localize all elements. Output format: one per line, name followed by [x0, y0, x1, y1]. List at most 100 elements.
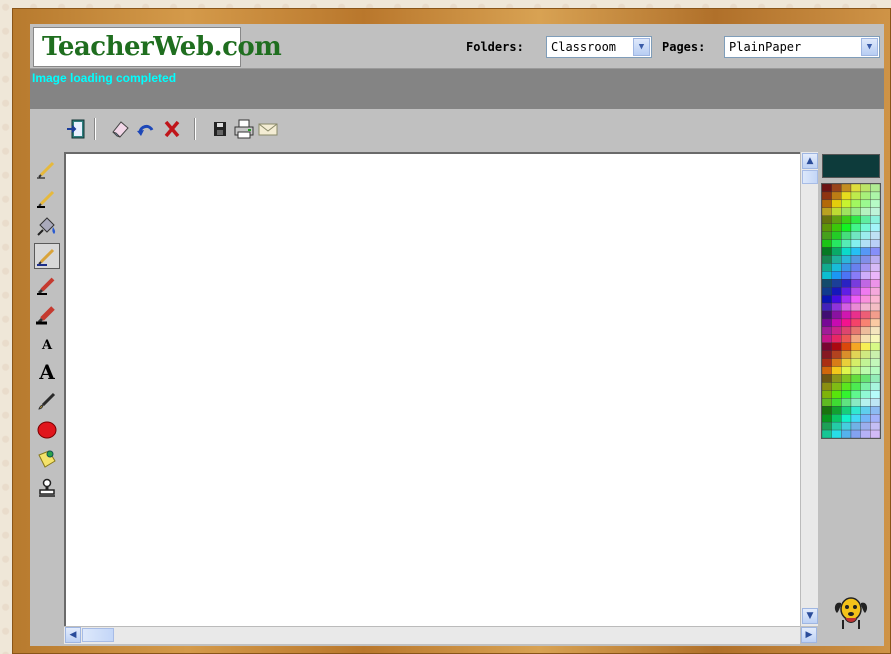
- chevron-down-icon[interactable]: ▼: [633, 38, 650, 56]
- palette-swatch[interactable]: [831, 231, 842, 240]
- palette-swatch[interactable]: [822, 421, 832, 431]
- palette-swatch[interactable]: [841, 390, 852, 399]
- horizontal-scroll-thumb[interactable]: [82, 628, 114, 642]
- palette-swatch[interactable]: [860, 390, 871, 399]
- palette-swatch[interactable]: [870, 239, 880, 248]
- palette-swatch[interactable]: [870, 231, 880, 240]
- palette-swatch[interactable]: [850, 342, 861, 351]
- scroll-up-button[interactable]: ▲: [802, 153, 818, 169]
- palette-swatch[interactable]: [841, 342, 852, 351]
- palette-swatch[interactable]: [841, 374, 852, 383]
- palette-swatch[interactable]: [860, 199, 871, 208]
- palette-swatch[interactable]: [822, 398, 832, 407]
- palette-swatch[interactable]: [841, 207, 852, 216]
- palette-swatch[interactable]: [822, 199, 832, 208]
- palette-swatch[interactable]: [860, 184, 871, 193]
- palette-swatch[interactable]: [841, 223, 852, 232]
- palette-swatch[interactable]: [831, 398, 842, 407]
- palette-swatch[interactable]: [860, 255, 871, 264]
- palette-swatch[interactable]: [841, 302, 852, 312]
- palette-swatch[interactable]: [870, 271, 880, 280]
- palette-swatch[interactable]: [870, 342, 880, 351]
- mascot-button[interactable]: [822, 584, 880, 638]
- palette-swatch[interactable]: [822, 390, 832, 399]
- palette-swatch[interactable]: [831, 302, 842, 312]
- palette-swatch[interactable]: [870, 302, 880, 312]
- palette-swatch[interactable]: [831, 406, 842, 415]
- palette-swatch[interactable]: [860, 263, 871, 272]
- stamp-tool[interactable]: [34, 475, 60, 501]
- palette-swatch[interactable]: [850, 350, 861, 359]
- palette-swatch[interactable]: [870, 429, 880, 438]
- palette-swatch[interactable]: [822, 287, 832, 296]
- palette-swatch[interactable]: [860, 414, 871, 423]
- palette-swatch[interactable]: [822, 429, 832, 438]
- palette-swatch[interactable]: [841, 310, 852, 320]
- palette-swatch[interactable]: [860, 334, 871, 343]
- sticky-note-tool[interactable]: [34, 446, 60, 472]
- palette-swatch[interactable]: [831, 279, 842, 288]
- palette-swatch[interactable]: [841, 366, 852, 375]
- palette-swatch[interactable]: [870, 191, 880, 201]
- vertical-scrollbar[interactable]: ▲ ▼: [800, 152, 819, 626]
- palette-swatch[interactable]: [850, 398, 861, 407]
- drawing-canvas[interactable]: [64, 152, 834, 626]
- palette-swatch[interactable]: [860, 247, 871, 256]
- folders-select[interactable]: Classroom ▼: [546, 36, 652, 58]
- clear-button[interactable]: [160, 118, 184, 140]
- palette-swatch[interactable]: [841, 334, 852, 343]
- palette-swatch[interactable]: [850, 215, 861, 224]
- palette-swatch[interactable]: [850, 326, 861, 335]
- save-button[interactable]: [208, 118, 232, 140]
- palette-swatch[interactable]: [860, 358, 871, 367]
- palette-swatch[interactable]: [850, 414, 861, 423]
- palette-swatch[interactable]: [841, 382, 852, 391]
- palette-swatch[interactable]: [831, 263, 842, 272]
- palette-swatch[interactable]: [850, 318, 861, 328]
- palette-swatch[interactable]: [822, 223, 832, 232]
- palette-swatch[interactable]: [850, 366, 861, 375]
- palette-swatch[interactable]: [831, 207, 842, 216]
- palette-swatch[interactable]: [822, 263, 832, 272]
- palette-swatch[interactable]: [841, 231, 852, 240]
- color-palette[interactable]: [821, 183, 881, 439]
- palette-swatch[interactable]: [822, 414, 832, 423]
- palette-swatch[interactable]: [831, 334, 842, 343]
- undo-button[interactable]: [134, 118, 158, 140]
- palette-swatch[interactable]: [860, 279, 871, 288]
- palette-swatch[interactable]: [841, 239, 852, 248]
- palette-swatch[interactable]: [860, 271, 871, 280]
- palette-swatch[interactable]: [831, 223, 842, 232]
- palette-swatch[interactable]: [831, 294, 842, 304]
- palette-swatch[interactable]: [850, 421, 861, 431]
- palette-swatch[interactable]: [822, 247, 832, 256]
- palette-swatch[interactable]: [870, 350, 880, 359]
- palette-swatch[interactable]: [870, 247, 880, 256]
- palette-swatch[interactable]: [831, 366, 842, 375]
- palette-swatch[interactable]: [850, 223, 861, 232]
- palette-swatch[interactable]: [850, 358, 861, 367]
- palette-swatch[interactable]: [850, 207, 861, 216]
- print-button[interactable]: [232, 118, 256, 140]
- palette-swatch[interactable]: [841, 287, 852, 296]
- palette-swatch[interactable]: [850, 294, 861, 304]
- palette-swatch[interactable]: [841, 215, 852, 224]
- circle-tool[interactable]: [34, 417, 60, 443]
- email-button[interactable]: [256, 118, 280, 140]
- palette-swatch[interactable]: [860, 287, 871, 296]
- palette-swatch[interactable]: [870, 390, 880, 399]
- palette-swatch[interactable]: [860, 294, 871, 304]
- palette-swatch[interactable]: [860, 326, 871, 335]
- palette-swatch[interactable]: [850, 406, 861, 415]
- palette-swatch[interactable]: [850, 263, 861, 272]
- palette-swatch[interactable]: [831, 350, 842, 359]
- palette-swatch[interactable]: [841, 271, 852, 280]
- palette-swatch[interactable]: [850, 231, 861, 240]
- palette-swatch[interactable]: [860, 239, 871, 248]
- palette-swatch[interactable]: [850, 310, 861, 320]
- palette-swatch[interactable]: [822, 318, 832, 328]
- palette-swatch[interactable]: [850, 382, 861, 391]
- palette-swatch[interactable]: [870, 184, 880, 193]
- palette-swatch[interactable]: [860, 350, 871, 359]
- palette-swatch[interactable]: [822, 271, 832, 280]
